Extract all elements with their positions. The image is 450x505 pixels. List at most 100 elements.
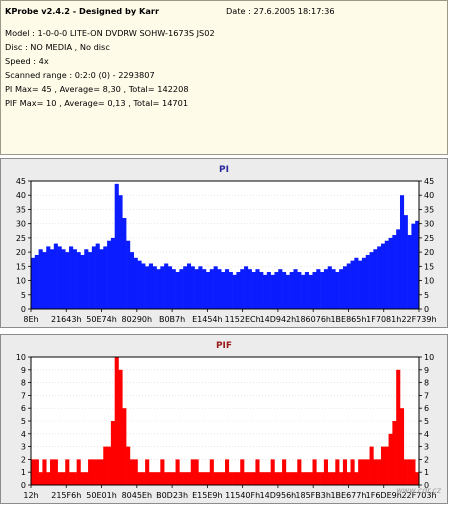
pi-ytick-label-left: 15 — [16, 262, 26, 271]
pif-bar — [95, 459, 100, 485]
pi-bar — [263, 274, 268, 309]
pi-ytick-label-right: 45 — [424, 177, 434, 186]
pi-ytick-label-left: 40 — [16, 191, 26, 200]
pif-bar — [164, 472, 169, 485]
pif-bar — [274, 472, 279, 485]
pif-xtick-label: 50E01h — [86, 491, 116, 500]
pi-bar — [335, 272, 340, 309]
pi-ytick-label-left: 0 — [21, 305, 26, 314]
pi-bar — [255, 269, 260, 309]
pi-summary: PI Max= 45 , Average= 8,30 , Total= 1422… — [5, 84, 189, 94]
pif-ytick-label-left: 10 — [16, 353, 26, 362]
pi-bar — [110, 237, 115, 309]
pif-bar — [388, 433, 393, 485]
pif-bar — [270, 459, 275, 485]
pif-bar — [331, 472, 336, 485]
pi-bar — [84, 249, 89, 309]
pi-bar — [327, 266, 332, 309]
pi-bar — [373, 249, 378, 309]
pif-bar — [339, 472, 344, 485]
pif-bar — [46, 472, 51, 485]
pif-bar — [380, 446, 386, 485]
pi-bar — [274, 272, 279, 309]
pif-bar — [145, 459, 150, 485]
pi-ytick-label-right: 40 — [424, 191, 434, 200]
pi-bar — [228, 272, 233, 309]
pif-bar — [323, 459, 328, 485]
pi-ytick-label-right: 30 — [424, 220, 434, 229]
pif-bar — [225, 459, 230, 485]
site-watermark: www.cdr.cz — [396, 486, 441, 495]
pi-bar — [72, 249, 77, 309]
pif-bar — [335, 459, 340, 485]
pi-xtick-label: E1454h — [192, 315, 222, 324]
pif-bar — [221, 472, 226, 485]
pi-xtick-label: 1BE865h — [330, 315, 366, 324]
pi-bar — [65, 252, 70, 309]
pif-bar — [137, 472, 142, 485]
pi-bar — [411, 223, 416, 309]
pi-bar — [205, 272, 211, 309]
pif-bar — [278, 472, 283, 485]
pi-ytick-label-right: 20 — [424, 248, 434, 257]
pi-ytick-label-left: 5 — [21, 291, 26, 300]
pi-bar — [285, 274, 290, 309]
pif-bar — [160, 459, 165, 485]
pif-bar — [99, 459, 104, 485]
pif-ytick-label-right: 8 — [424, 379, 429, 388]
pif-bar — [179, 472, 184, 485]
pi-bar — [342, 266, 348, 309]
pi-bar — [69, 246, 74, 309]
pi-bar — [293, 269, 298, 309]
pif-bar — [148, 472, 154, 485]
pif-xtick-label: 215F6h — [51, 491, 81, 500]
pi-bar — [407, 235, 412, 309]
pif-bar — [186, 472, 192, 485]
pi-bar — [403, 215, 408, 309]
pi-bar — [156, 269, 161, 309]
pif-bar — [110, 421, 115, 485]
pif-bar — [228, 472, 233, 485]
pi-bar — [152, 266, 157, 309]
pi-xtick-label: 186076h — [295, 315, 331, 324]
pi-bar — [240, 269, 245, 309]
pi-bar — [137, 260, 142, 309]
pi-bar — [50, 249, 55, 309]
pi-bar — [99, 249, 104, 309]
pi-bar — [76, 252, 81, 309]
pi-bar — [221, 272, 226, 309]
pif-bar — [342, 459, 348, 485]
pi-bar — [354, 257, 359, 309]
pif-bar — [396, 369, 401, 485]
pif-ytick-label-right: 5 — [424, 417, 429, 426]
pif-bar — [34, 459, 39, 485]
pif-bar — [213, 472, 218, 485]
pi-bar — [133, 257, 138, 309]
pif-bar — [247, 472, 252, 485]
pif-ytick-label-right: 9 — [424, 366, 429, 375]
pi-bar — [392, 235, 397, 309]
scan-date: Date : 27.6.2005 18:17:36 — [226, 6, 335, 16]
pi-bar — [186, 263, 192, 309]
kprobe-window: KProbe v2.4.2 - Designed by Karr Date : … — [0, 0, 450, 505]
pi-bar — [118, 195, 123, 309]
pif-ytick-label-right: 7 — [424, 391, 429, 400]
pif-bar — [346, 472, 351, 485]
pif-bar — [133, 459, 138, 485]
pif-bar — [183, 472, 188, 485]
pi-bar — [217, 269, 222, 309]
pi-bar — [225, 269, 230, 309]
pif-bar — [217, 472, 222, 485]
pif-bar — [171, 472, 176, 485]
pi-bar — [95, 243, 100, 309]
pi-bar — [209, 269, 214, 309]
pi-bar — [190, 266, 195, 309]
pi-bar — [323, 269, 328, 309]
pif-ytick-label-right: 4 — [424, 430, 429, 439]
pi-bar — [346, 263, 351, 309]
pif-ytick-label-right: 2 — [424, 455, 429, 464]
pif-ytick-label-right: 6 — [424, 404, 429, 413]
pi-bar — [122, 217, 127, 309]
pif-xtick-label: 8045Eh — [122, 491, 152, 500]
pif-bar — [282, 459, 287, 485]
